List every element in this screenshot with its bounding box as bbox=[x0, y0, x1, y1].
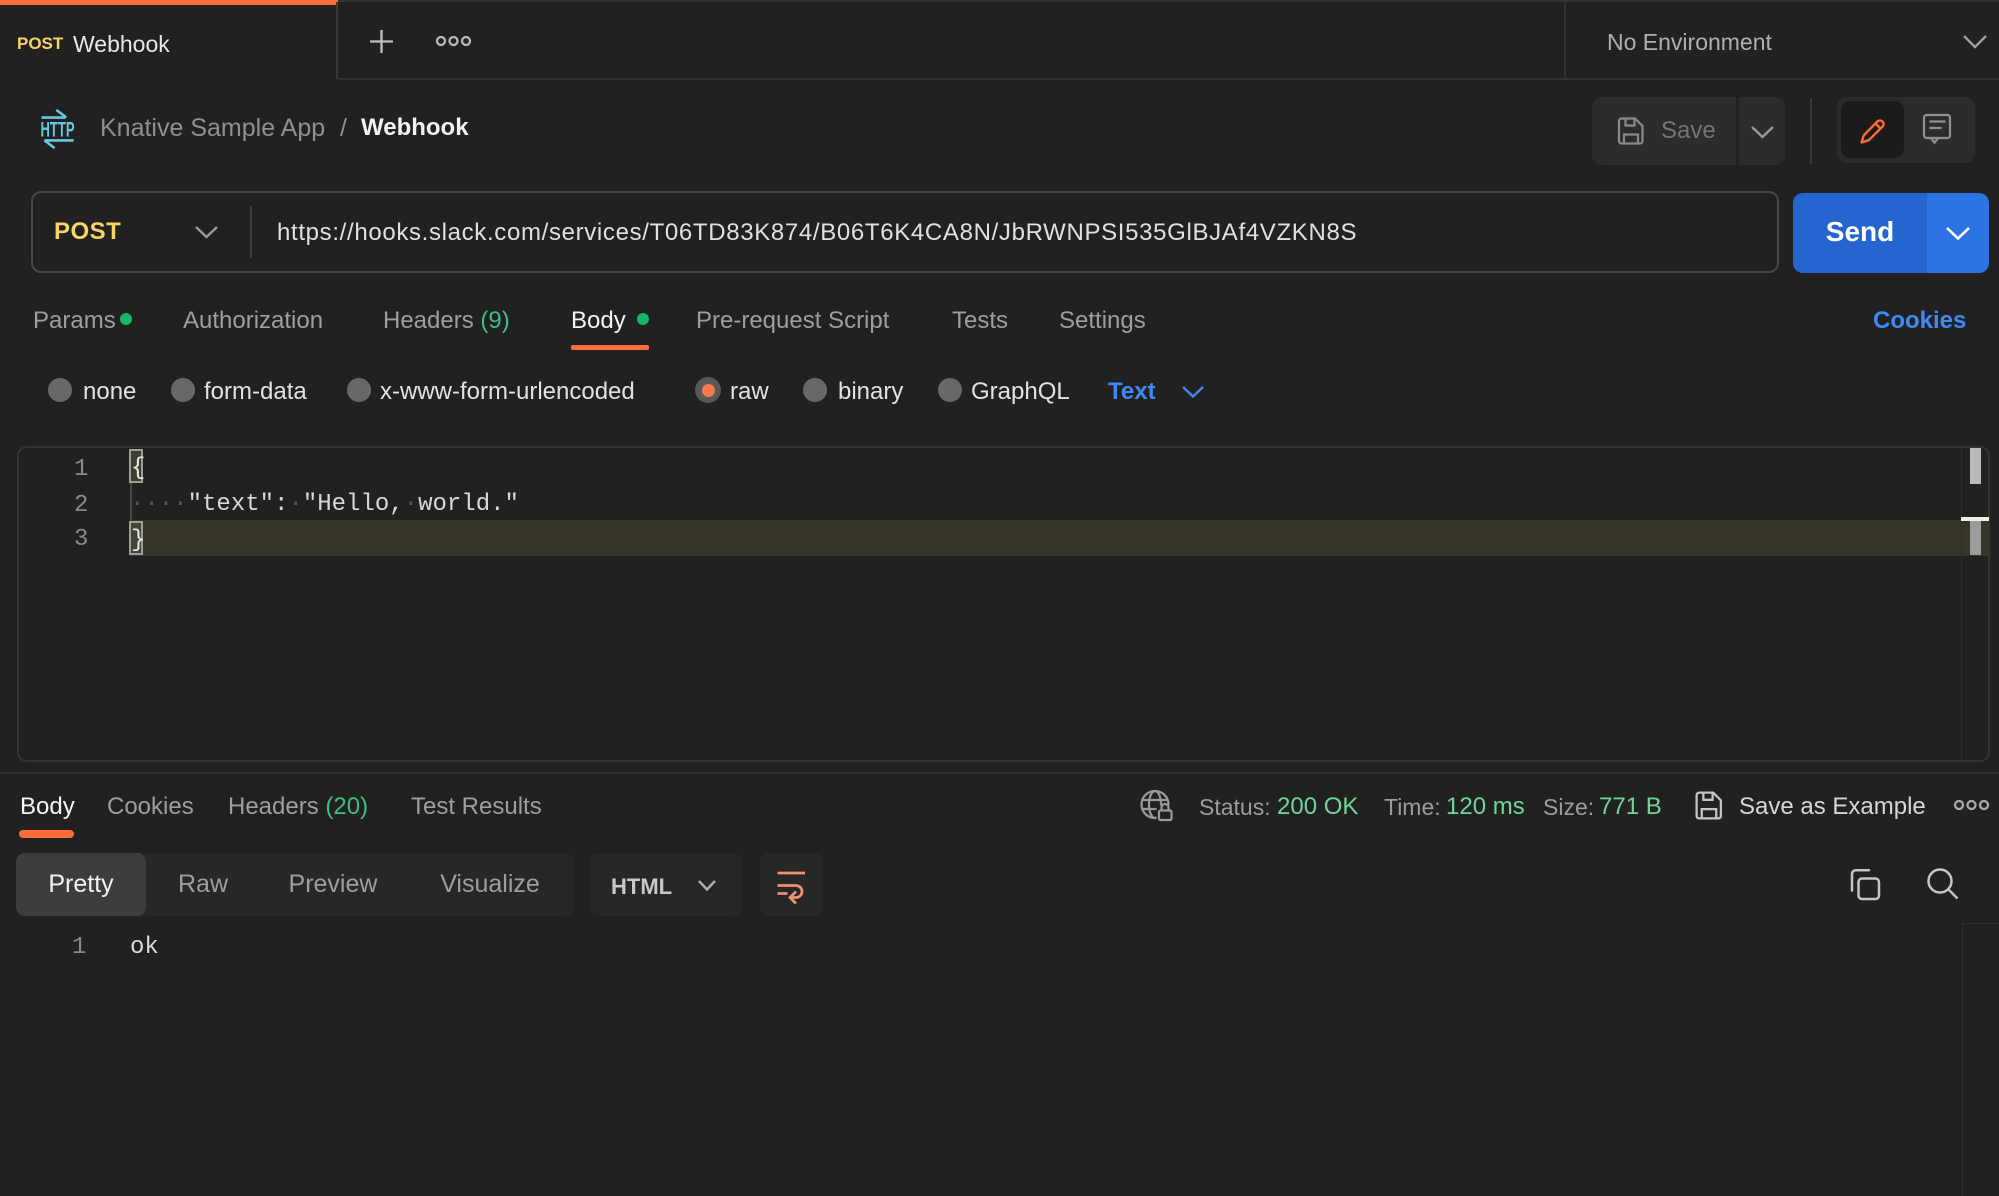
svg-text:HTTP: HTTP bbox=[41, 119, 75, 142]
